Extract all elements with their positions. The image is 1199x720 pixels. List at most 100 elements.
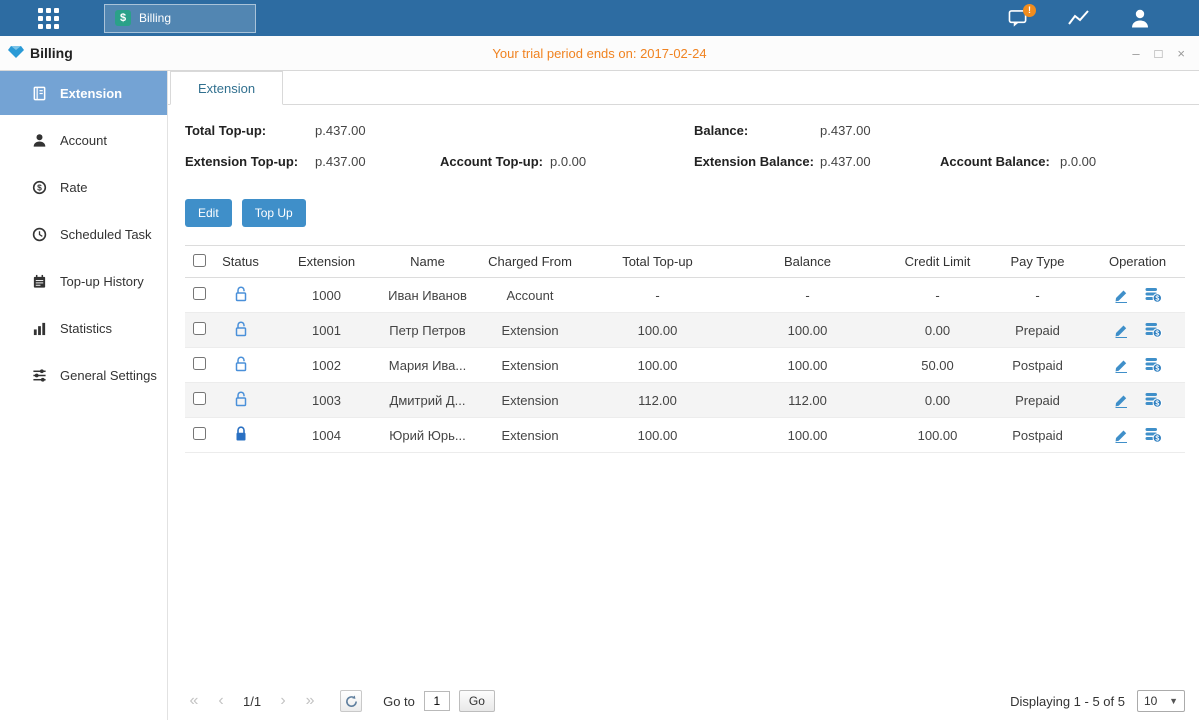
column-header: Credit Limit: [890, 246, 985, 278]
edit-icon[interactable]: [1114, 393, 1129, 408]
go-button[interactable]: Go: [459, 690, 495, 712]
page-size-select[interactable]: 10 ▼: [1137, 690, 1185, 712]
cell-total-topup: 100.00: [590, 418, 725, 453]
reports-chart-icon[interactable]: [1067, 9, 1091, 27]
table-row[interactable]: 1002Мария Ива...Extension100.00100.0050.…: [185, 348, 1185, 383]
status-lock-icon[interactable]: [234, 321, 248, 337]
cell-balance: 100.00: [725, 313, 890, 348]
column-header: Balance: [725, 246, 890, 278]
row-checkbox[interactable]: [193, 357, 206, 370]
cell-extension: 1004: [268, 418, 385, 453]
close-button[interactable]: ×: [1177, 47, 1185, 60]
cell-extension: 1003: [268, 383, 385, 418]
status-lock-icon[interactable]: [234, 426, 248, 442]
sidebar-item-scheduled-task[interactable]: Scheduled Task: [0, 212, 167, 256]
billing-topup-icon[interactable]: $: [1145, 357, 1162, 373]
row-checkbox[interactable]: [193, 287, 206, 300]
billing-logo-icon: [8, 45, 24, 62]
titlebar-left: Billing: [0, 45, 73, 62]
column-header: Pay Type: [985, 246, 1090, 278]
calendar-icon: [30, 274, 48, 289]
first-page-button[interactable]: «: [185, 692, 203, 710]
main-content: Extension Total Top-up: p.437.00 Balance…: [168, 71, 1199, 720]
billing-topup-icon[interactable]: $: [1145, 392, 1162, 408]
cell-pay-type: Postpaid: [985, 418, 1090, 453]
cell-pay-type: -: [985, 278, 1090, 313]
cell-balance: 112.00: [725, 383, 890, 418]
goto-page-input[interactable]: [424, 691, 450, 711]
cell-credit-limit: 0.00: [890, 313, 985, 348]
balance-value: p.437.00: [820, 123, 871, 138]
status-lock-icon[interactable]: [234, 286, 248, 302]
status-lock-icon[interactable]: [234, 356, 248, 372]
billing-topup-icon[interactable]: $: [1145, 427, 1162, 443]
cell-charged-from: Extension: [470, 418, 590, 453]
user-account-icon[interactable]: [1129, 8, 1151, 28]
table-row[interactable]: 1004Юрий Юрь...Extension100.00100.00100.…: [185, 418, 1185, 453]
dollar-icon: $: [115, 10, 131, 26]
sidebar-item-rate[interactable]: $ Rate: [0, 165, 167, 209]
extension-topup-label: Extension Top-up:: [185, 154, 298, 169]
apps-grid-icon[interactable]: [38, 8, 59, 29]
refresh-button[interactable]: [340, 690, 362, 712]
prev-page-button[interactable]: ‹: [212, 692, 230, 710]
cell-extension: 1001: [268, 313, 385, 348]
sidebar-item-label: Scheduled Task: [60, 227, 152, 242]
billing-topup-icon[interactable]: $: [1145, 322, 1162, 338]
cell-balance: 100.00: [725, 418, 890, 453]
notifications-icon[interactable]: !: [1008, 9, 1029, 28]
sidebar-item-label: Top-up History: [60, 274, 144, 289]
account-topup-label: Account Top-up:: [440, 154, 543, 169]
page-indicator: 1/1: [243, 694, 261, 709]
svg-text:$: $: [1155, 296, 1159, 303]
edit-icon[interactable]: [1114, 323, 1129, 338]
cell-credit-limit: 100.00: [890, 418, 985, 453]
topup-button[interactable]: Top Up: [242, 199, 306, 227]
row-checkbox[interactable]: [193, 322, 206, 335]
svg-text:$: $: [37, 182, 42, 192]
edit-icon[interactable]: [1114, 288, 1129, 303]
cell-balance: -: [725, 278, 890, 313]
row-checkbox[interactable]: [193, 427, 206, 440]
next-page-button[interactable]: ›: [274, 692, 292, 710]
select-all-checkbox[interactable]: [193, 254, 206, 267]
sidebar-item-general-settings[interactable]: General Settings: [0, 353, 167, 397]
topbar-tab-billing[interactable]: $ Billing: [104, 4, 256, 33]
sidebar-item-label: Account: [60, 133, 107, 148]
sidebar-item-extension[interactable]: Extension: [0, 71, 167, 115]
last-page-button[interactable]: »: [301, 692, 319, 710]
cell-name: Дмитрий Д...: [385, 383, 470, 418]
billing-topup-icon[interactable]: $: [1145, 287, 1162, 303]
cell-balance: 100.00: [725, 348, 890, 383]
column-header: Charged From: [470, 246, 590, 278]
svg-text:$: $: [1155, 331, 1159, 338]
pagination-bar: « ‹ 1/1 › » Go to Go Displaying 1 - 5 of…: [185, 690, 1185, 712]
rate-icon: $: [30, 180, 48, 195]
edit-button[interactable]: Edit: [185, 199, 232, 227]
maximize-button[interactable]: □: [1155, 47, 1163, 60]
tab-extension[interactable]: Extension: [170, 71, 283, 105]
topbar-tab-label: Billing: [139, 11, 171, 25]
balance-label: Balance:: [694, 123, 748, 138]
column-header: Name: [385, 246, 470, 278]
cell-charged-from: Extension: [470, 313, 590, 348]
table-row[interactable]: 1001Петр ПетровExtension100.00100.000.00…: [185, 313, 1185, 348]
extension-balance-label: Extension Balance:: [694, 154, 814, 169]
edit-icon[interactable]: [1114, 358, 1129, 373]
table-row[interactable]: 1003Дмитрий Д...Extension112.00112.000.0…: [185, 383, 1185, 418]
row-checkbox[interactable]: [193, 392, 206, 405]
sidebar-item-label: Rate: [60, 180, 87, 195]
topbar: $ Billing !: [0, 0, 1199, 36]
account-topup-value: p.0.00: [550, 154, 586, 169]
pagination-controls: « ‹ 1/1 › » Go to Go: [185, 690, 495, 712]
status-lock-icon[interactable]: [234, 391, 248, 407]
cell-credit-limit: 0.00: [890, 383, 985, 418]
edit-icon[interactable]: [1114, 428, 1129, 443]
extension-icon: [30, 86, 48, 101]
sidebar-item-statistics[interactable]: Statistics: [0, 306, 167, 350]
minimize-button[interactable]: –: [1132, 47, 1139, 60]
sidebar-item-topup-history[interactable]: Top-up History: [0, 259, 167, 303]
sidebar-item-account[interactable]: Account: [0, 118, 167, 162]
table-row[interactable]: 1000Иван ИвановAccount----$: [185, 278, 1185, 313]
sidebar-item-label: Extension: [60, 86, 122, 101]
